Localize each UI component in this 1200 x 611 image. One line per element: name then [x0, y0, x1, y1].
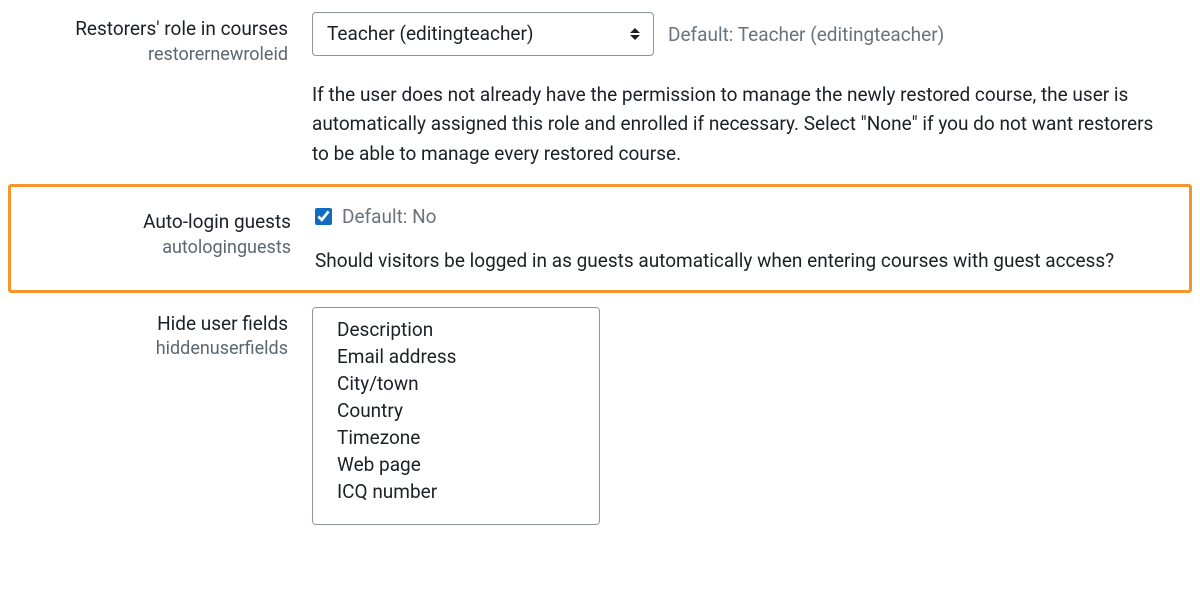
control-column: Teacher (editingteacher) Default: Teache…: [312, 12, 1188, 168]
setting-id: hiddenuserfields: [12, 337, 288, 361]
setting-label: Restorers' role in courses: [12, 16, 288, 42]
setting-restorer-role: Restorers' role in courses restorernewro…: [0, 0, 1200, 182]
control-column: Description Email address City/town Coun…: [312, 307, 1188, 525]
restorer-role-select[interactable]: Teacher (editingteacher): [312, 12, 654, 56]
list-item[interactable]: Country: [313, 397, 599, 424]
setting-description: If the user does not already have the pe…: [312, 80, 1172, 168]
list-item[interactable]: Timezone: [313, 424, 599, 451]
list-item[interactable]: ICQ number: [313, 478, 599, 505]
label-column: Restorers' role in courses restorernewro…: [12, 12, 312, 168]
default-hint: Default: No: [342, 205, 437, 228]
auto-login-guests-checkbox[interactable]: [315, 208, 332, 225]
default-hint: Default: Teacher (editingteacher): [668, 23, 944, 46]
control-column: Default: No Should visitors be logged in…: [315, 205, 1185, 275]
setting-auto-login-guests: Auto-login guests autologinguests Defaul…: [8, 184, 1192, 292]
control-line: Teacher (editingteacher) Default: Teache…: [312, 12, 1176, 56]
list-item[interactable]: Email address: [313, 343, 599, 370]
listbox-container: Description Email address City/town Coun…: [312, 307, 600, 525]
setting-label: Hide user fields: [12, 311, 288, 337]
control-line: Default: No: [315, 205, 1173, 228]
label-column: Hide user fields hiddenuserfields: [12, 307, 312, 525]
hidden-user-fields-select[interactable]: Description Email address City/town Coun…: [313, 308, 599, 524]
settings-form: Restorers' role in courses restorernewro…: [0, 0, 1200, 539]
setting-id: restorernewroleid: [12, 43, 288, 67]
label-column: Auto-login guests autologinguests: [15, 205, 315, 275]
select-wrap: Teacher (editingteacher): [312, 12, 654, 56]
setting-hidden-user-fields: Hide user fields hiddenuserfields Descri…: [0, 297, 1200, 539]
setting-description: Should visitors be logged in as guests a…: [315, 246, 1173, 275]
list-item[interactable]: City/town: [313, 370, 599, 397]
list-item[interactable]: Description: [313, 316, 599, 343]
list-item[interactable]: Web page: [313, 451, 599, 478]
setting-id: autologinguests: [15, 236, 291, 260]
setting-label: Auto-login guests: [15, 209, 291, 235]
